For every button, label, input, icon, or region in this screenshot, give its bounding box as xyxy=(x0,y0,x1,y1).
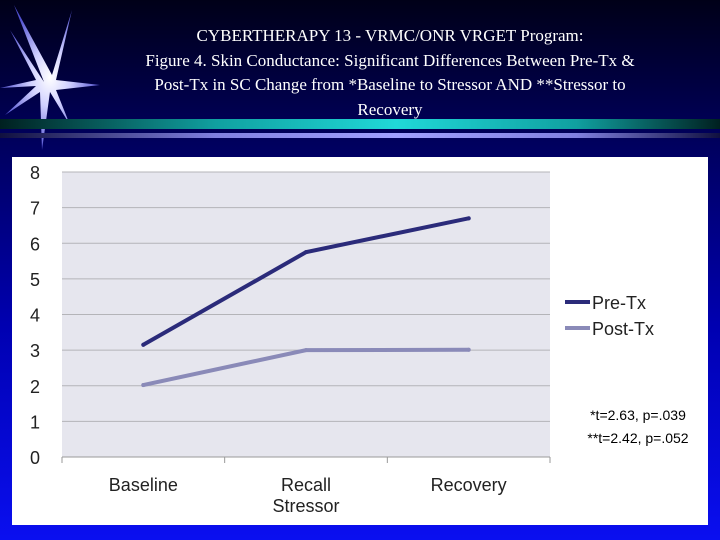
y-tick-label: 4 xyxy=(30,306,40,326)
line-chart: 0 1 2 3 4 5 6 7 8 Baseline RecallStressor Recovery P… xyxy=(30,163,654,516)
data-point xyxy=(304,348,308,353)
y-tick-label: 8 xyxy=(30,163,40,183)
y-tick-label: 7 xyxy=(30,199,40,219)
data-point xyxy=(466,347,471,352)
divider-bar-lavender xyxy=(0,133,720,138)
title-line: Post-Tx in SC Change from *Baseline to S… xyxy=(154,75,626,94)
data-point xyxy=(141,342,146,347)
data-point xyxy=(304,250,308,255)
data-point xyxy=(141,383,146,388)
divider-bar-teal xyxy=(0,119,720,129)
y-tick-label: 1 xyxy=(30,412,40,432)
x-tick-label: Stressor xyxy=(272,496,339,516)
y-tick-label: 3 xyxy=(30,341,40,361)
stat-note-1: *t=2.63, p=.039 xyxy=(590,407,686,423)
data-point xyxy=(466,216,471,221)
y-tick-label: 6 xyxy=(30,234,40,254)
chart-panel: 0 1 2 3 4 5 6 7 8 Baseline Recall Stressor Recovery P… xyxy=(12,157,708,525)
legend-label: Post-Tx xyxy=(592,319,654,339)
x-tick-label: Recall xyxy=(281,475,331,495)
x-tick-label: Baseline xyxy=(109,475,178,495)
slide-title: CYBERTHERAPY 13 - VRMC/ONR VRGET Program… xyxy=(80,24,700,122)
y-tick-label: 2 xyxy=(30,377,40,397)
title-line: CYBERTHERAPY 13 - VRMC/ONR VRGET Program… xyxy=(196,26,584,45)
stat-note-2: **t=2.42, p=.052 xyxy=(587,430,689,446)
y-tick-label: 5 xyxy=(30,270,40,290)
y-tick-label: 0 xyxy=(30,448,40,468)
legend-label: Pre-Tx xyxy=(592,293,646,313)
title-line: Figure 4. Skin Conductance: Significant … xyxy=(145,50,635,70)
x-tick-label: Recovery xyxy=(431,475,507,495)
